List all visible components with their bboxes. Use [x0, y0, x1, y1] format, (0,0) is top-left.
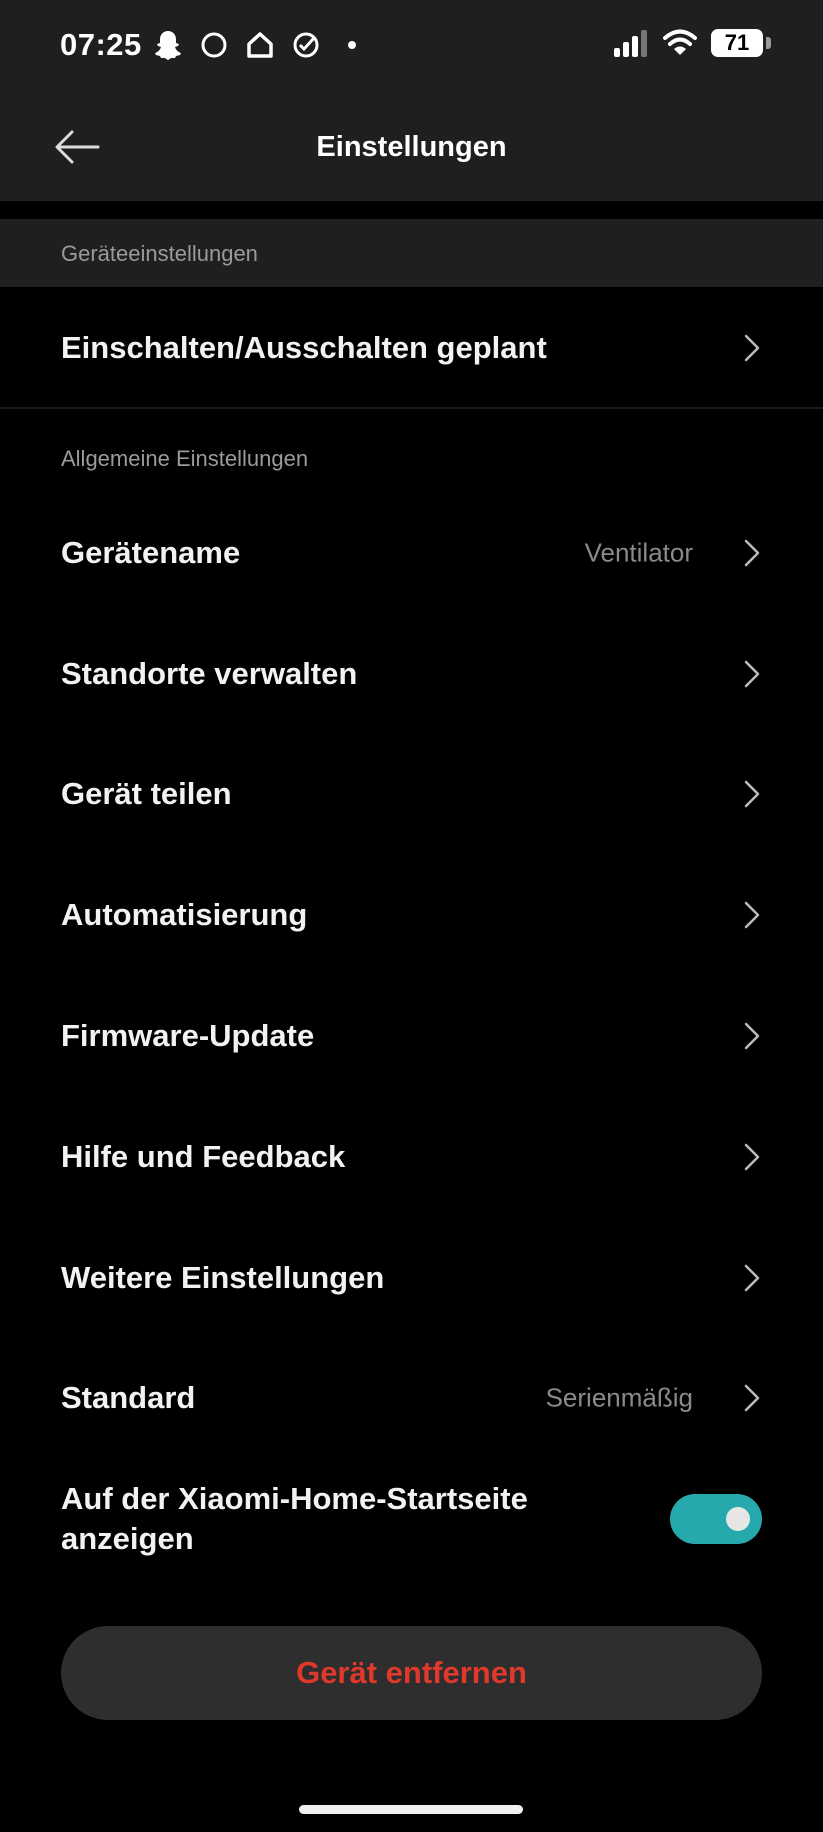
wifi-icon [663, 29, 697, 55]
clock: 07:25 [60, 27, 142, 62]
row-value: Ventilator [584, 537, 693, 568]
row-more-settings[interactable]: Weitere Einstellungen [0, 1223, 823, 1333]
section-heading: Geräteeinstellungen [61, 241, 258, 266]
row-share-device[interactable]: Gerät teilen [0, 739, 823, 849]
section-header-device-settings: Geräteeinstellungen [0, 219, 823, 287]
circle-icon [201, 32, 227, 58]
home-indicator[interactable] [299, 1805, 523, 1814]
row-manage-locations[interactable]: Standorte verwalten [0, 619, 823, 729]
row-label: Standorte verwalten [61, 656, 358, 691]
row-label: Automatisierung [61, 897, 308, 932]
toggle-label-line2: anzeigen [61, 1521, 194, 1556]
row-automation[interactable]: Automatisierung [0, 860, 823, 970]
notification-icons [152, 28, 368, 62]
row-value: Serienmäßig [545, 1382, 693, 1413]
chevron-right-icon [744, 1384, 760, 1412]
status-bar: 07:25 71 [0, 0, 823, 95]
show-on-homepage-toggle[interactable] [670, 1494, 762, 1544]
home-icon [247, 32, 273, 58]
chevron-right-icon [744, 780, 760, 808]
row-label: Weitere Einstellungen [61, 1260, 385, 1295]
row-scheduled-power[interactable]: Einschalten/Ausschalten geplant [0, 293, 823, 403]
chevron-right-icon [744, 1264, 760, 1292]
toggle-label: Auf der Xiaomi-Home-Startseite anzeigen [61, 1479, 528, 1559]
chevron-right-icon [744, 660, 760, 688]
row-label: Hilfe und Feedback [61, 1139, 346, 1174]
section-heading-general-settings: Allgemeine Einstellungen [61, 446, 309, 471]
battery-indicator: 71 [711, 29, 771, 57]
check-circle-icon [293, 32, 319, 58]
row-label: Gerät teilen [61, 776, 232, 811]
row-label: Gerätename [61, 535, 241, 570]
row-label: Standard [61, 1380, 196, 1415]
row-show-on-homepage: Auf der Xiaomi-Home-Startseite anzeigen [0, 1464, 823, 1574]
row-device-name[interactable]: Gerätename Ventilator [0, 498, 823, 608]
row-help-feedback[interactable]: Hilfe und Feedback [0, 1102, 823, 1212]
page-title: Einstellungen [316, 131, 507, 163]
dot-icon [348, 41, 356, 49]
system-icons: 71 [613, 28, 771, 58]
chevron-right-icon [744, 539, 760, 567]
divider [0, 407, 823, 409]
row-firmware-update[interactable]: Firmware-Update [0, 981, 823, 1091]
toggle-label-line1: Auf der Xiaomi-Home-Startseite [61, 1481, 528, 1516]
signal-icon [614, 30, 647, 57]
app-bar: Einstellungen [0, 95, 823, 201]
chevron-right-icon [744, 1143, 760, 1171]
chevron-right-icon [744, 334, 760, 362]
remove-device-label: Gerät entfernen [296, 1655, 527, 1690]
row-label: Firmware-Update [61, 1018, 315, 1053]
remove-device-button[interactable]: Gerät entfernen [61, 1626, 762, 1720]
toggle-knob [726, 1507, 750, 1531]
row-standard[interactable]: Standard Serienmäßig [0, 1343, 823, 1453]
chevron-right-icon [744, 1022, 760, 1050]
chevron-right-icon [744, 901, 760, 929]
row-label: Einschalten/Ausschalten geplant [61, 330, 547, 365]
snapchat-icon [155, 31, 181, 60]
